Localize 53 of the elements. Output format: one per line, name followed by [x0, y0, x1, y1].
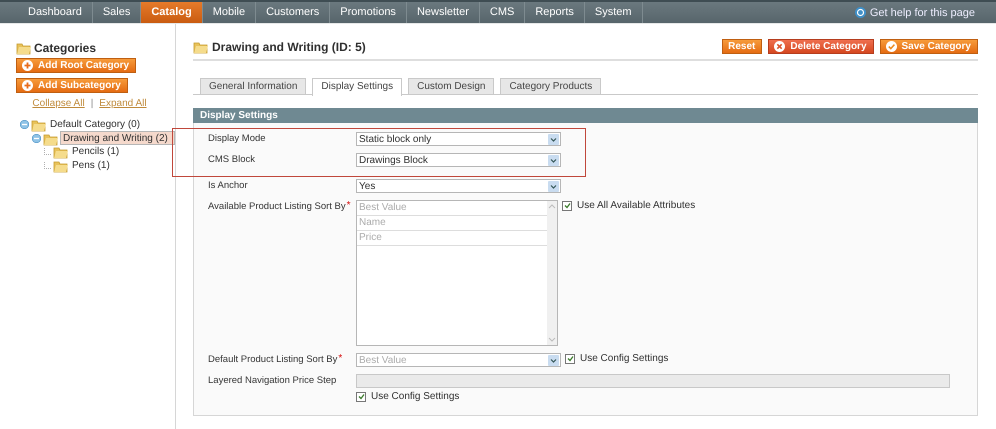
- nav-tab[interactable]: Promotions: [330, 2, 407, 23]
- nav-tab[interactable]: Newsletter: [406, 2, 480, 23]
- plus-icon: [22, 60, 33, 71]
- tab[interactable]: Category Products: [500, 78, 602, 94]
- check-icon: [566, 355, 574, 362]
- scrollbar-icon: [547, 201, 557, 345]
- required-mark: *: [346, 200, 351, 211]
- tree-item[interactable]: Pens (1): [70, 160, 112, 171]
- tab[interactable]: Custom Design: [408, 78, 494, 94]
- nav-tab[interactable]: Reports: [525, 2, 585, 23]
- required-mark: *: [338, 353, 342, 364]
- link-separator: |: [90, 98, 94, 109]
- add-category-button[interactable]: Add Subcategory: [16, 78, 128, 93]
- collapse-icon[interactable]: [20, 120, 29, 130]
- delete-button[interactable]: Delete Category: [768, 39, 874, 54]
- collapse-icon[interactable]: [32, 134, 41, 143]
- reset-button[interactable]: Reset: [722, 39, 762, 54]
- checkbox-label: Use All Available Attributes: [577, 200, 696, 211]
- nav-tab[interactable]: System: [584, 2, 643, 23]
- field-label: Display Mode: [208, 132, 266, 145]
- tab[interactable]: General Information: [200, 78, 306, 94]
- field-label: Layered Navigation Price Step: [208, 374, 336, 387]
- checkbox-label: Use Config Settings: [371, 391, 460, 402]
- field-label: Available Product Listing Sort By: [208, 200, 346, 213]
- dropdown[interactable]: Drawings Block: [356, 153, 561, 167]
- expand-all-link[interactable]: Expand All: [99, 98, 147, 109]
- dropdown[interactable]: Static block only: [356, 132, 561, 146]
- tree-item[interactable]: Drawing and Writing (2): [60, 131, 175, 146]
- check-icon: [358, 393, 364, 400]
- field-label: CMS Block: [208, 153, 255, 166]
- sidebar-title: Categories: [34, 40, 96, 54]
- nav-tab[interactable]: Mobile: [202, 2, 256, 23]
- section-header: Display Settings: [193, 108, 978, 123]
- tab[interactable]: Display Settings: [312, 78, 402, 96]
- dropdown[interactable]: Yes: [356, 179, 561, 193]
- checkbox-label: Use Config Settings: [580, 353, 668, 364]
- tree-item[interactable]: Pencils (1): [70, 146, 122, 158]
- plus-icon: [22, 80, 33, 91]
- nav-tab[interactable]: Dashboard: [18, 2, 93, 23]
- page-title: Drawing and Writing (ID: 5): [212, 40, 366, 54]
- field-label: Is Anchor: [208, 179, 248, 192]
- save-button[interactable]: Save Category: [880, 39, 978, 54]
- help-link[interactable]: Get help for this page: [870, 6, 975, 18]
- add-category-button[interactable]: Add Root Category: [16, 58, 136, 73]
- check-icon: [886, 41, 897, 52]
- close-icon: [774, 41, 786, 52]
- nav-tab[interactable]: Customers: [256, 2, 330, 23]
- collapse-all-link[interactable]: Collapse All: [32, 98, 85, 109]
- nav-tab[interactable]: Catalog: [141, 2, 203, 23]
- check-icon: [564, 202, 570, 209]
- nav-tab[interactable]: CMS: [480, 2, 526, 23]
- field-label: Default Product Listing Sort By: [208, 353, 338, 366]
- tree-item[interactable]: Default Category (0): [48, 119, 142, 130]
